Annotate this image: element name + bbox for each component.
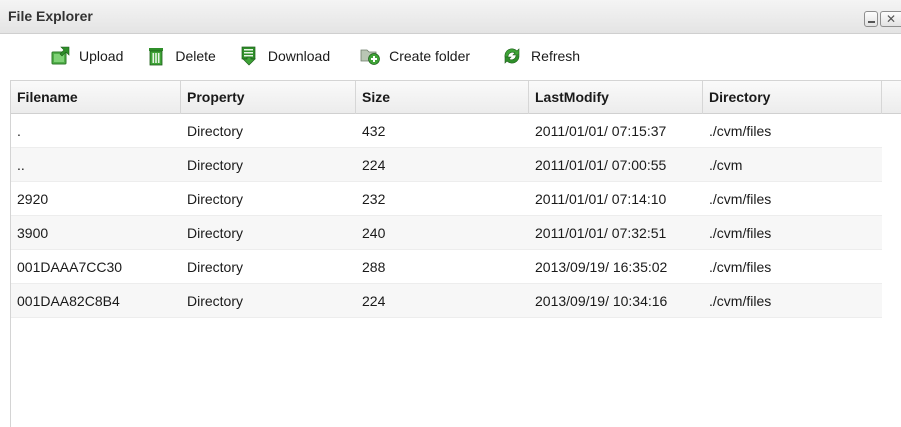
cell-lastmodify: 2011/01/01/ 07:00:55 [535,157,667,173]
cell-size: 224 [362,157,386,173]
column-header-lastmodify[interactable]: LastModify [529,81,703,114]
trash-icon [146,46,166,66]
table-row[interactable]: . Directory 432 2011/01/01/ 07:15:37 ./c… [11,114,882,148]
file-explorer-window: File Explorer ✕ Upload Delete Download C… [0,0,901,427]
cell-filename: .. [17,157,25,173]
toolbar: Upload Delete Download Create folder Ref… [12,36,901,76]
cell-directory: ./cvm/files [709,293,772,309]
table-row[interactable]: 001DAAA7CC30 Directory 288 2013/09/19/ 1… [11,250,882,284]
cell-property: Directory [187,191,244,207]
cell-property: Directory [187,259,244,275]
cell-size: 432 [362,123,386,139]
cell-filename: 001DAAA7CC30 [17,259,123,275]
cell-directory: ./cvm/files [709,123,772,139]
cell-property: Directory [187,225,244,241]
minimize-button[interactable] [864,11,878,27]
refresh-icon [502,46,522,66]
title-bar: File Explorer ✕ [0,0,901,34]
cell-directory: ./cvm/files [709,225,772,241]
cell-property: Directory [187,123,244,139]
cell-lastmodify: 2011/01/01/ 07:14:10 [535,191,667,207]
create-folder-label: Create folder [389,48,471,64]
close-icon: ✕ [885,12,897,26]
table-row[interactable]: 001DAA82C8B4 Directory 224 2013/09/19/ 1… [11,284,882,318]
create-folder-button[interactable]: Create folder [360,41,470,71]
cell-filename: 2920 [17,191,49,207]
download-icon [239,46,259,66]
download-button[interactable]: Download [239,41,330,71]
upload-icon [50,46,70,66]
cell-property: Directory [187,157,244,173]
refresh-button[interactable]: Refresh [502,41,580,71]
cell-size: 224 [362,293,386,309]
upload-button[interactable]: Upload [50,41,123,71]
cell-directory: ./cvm/files [709,259,772,275]
cell-directory: ./cvm/files [709,191,772,207]
cell-size: 288 [362,259,386,275]
add-folder-icon [360,46,380,66]
table-row[interactable]: 2920 Directory 232 2011/01/01/ 07:14:10 … [11,182,882,216]
minimize-icon [867,21,875,23]
column-header-property[interactable]: Property [181,81,356,114]
cell-lastmodify: 2013/09/19/ 16:35:02 [535,259,668,275]
column-header-directory[interactable]: Directory [703,81,882,114]
delete-label: Delete [175,48,216,64]
cell-filename: . [17,123,21,139]
table-row[interactable]: 3900 Directory 240 2011/01/01/ 07:32:51 … [11,216,882,250]
cell-filename: 001DAA82C8B4 [17,293,120,309]
cell-lastmodify: 2011/01/01/ 07:15:37 [535,123,667,139]
cell-directory: ./cvm [709,157,743,173]
upload-label: Upload [79,48,124,64]
download-label: Download [267,48,331,64]
table-header: Filename Property Size LastModify Direct… [11,81,901,114]
delete-button[interactable]: Delete [146,41,216,71]
cell-filename: 3900 [17,225,49,241]
window-title: File Explorer [8,8,93,24]
cell-property: Directory [187,293,244,309]
close-button[interactable]: ✕ [880,11,901,27]
refresh-label: Refresh [531,48,581,64]
cell-lastmodify: 2013/09/19/ 10:34:16 [535,293,668,309]
column-header-filename[interactable]: Filename [11,81,181,114]
cell-size: 232 [362,191,386,207]
cell-lastmodify: 2011/01/01/ 07:32:51 [535,225,667,241]
file-table: Filename Property Size LastModify Direct… [10,80,901,427]
table-row[interactable]: .. Directory 224 2011/01/01/ 07:00:55 ./… [11,148,882,182]
column-header-size[interactable]: Size [356,81,529,114]
cell-size: 240 [362,225,386,241]
column-header-spacer [882,81,901,114]
